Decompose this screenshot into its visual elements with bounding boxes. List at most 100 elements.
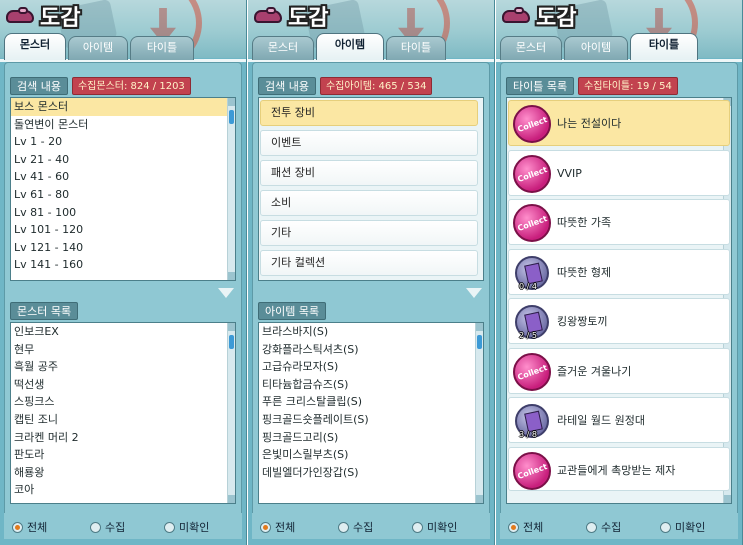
collect-badge-icon: Collect bbox=[513, 452, 551, 490]
collected-count: 수집몬스터: 824 / 1203 bbox=[71, 77, 191, 95]
radio-icon bbox=[412, 521, 423, 533]
scrollbar[interactable] bbox=[227, 323, 235, 503]
list-item[interactable]: Lv 61 - 80 bbox=[11, 186, 235, 204]
tab-monster[interactable]: 몬스터 bbox=[500, 36, 562, 60]
list-item[interactable]: 캡틴 조니 bbox=[11, 411, 235, 429]
filter-collected[interactable]: 수집 bbox=[90, 519, 125, 535]
list-item[interactable]: 은빛미스릴부츠(S) bbox=[259, 446, 483, 464]
title-row[interactable]: Collect 즐거운 겨울나기 bbox=[508, 348, 730, 394]
filter-bar: 전체 수집 미확인 bbox=[4, 513, 242, 539]
tab-bar: 몬스터 아이템 타이틀 bbox=[252, 33, 446, 60]
title-list-label: 타이틀 목록 bbox=[506, 77, 575, 95]
list-item[interactable]: 판도라 bbox=[11, 446, 235, 464]
filter-label: 미확인 bbox=[427, 521, 458, 534]
search-label: 검색 내용 bbox=[258, 77, 316, 95]
list-item[interactable]: 코아 bbox=[11, 481, 235, 499]
badge-text: Collect bbox=[516, 461, 549, 482]
section-divider bbox=[0, 288, 246, 300]
list-item[interactable]: 데빌엘더가인장갑(S) bbox=[259, 464, 483, 482]
list-item[interactable]: 해룡왕 bbox=[11, 464, 235, 482]
codex-logo: 도감 bbox=[6, 0, 80, 32]
tab-title[interactable]: 타이틀 bbox=[630, 33, 698, 60]
radio-selected-icon bbox=[12, 521, 23, 533]
filter-label: 미확인 bbox=[179, 521, 210, 534]
title-row[interactable]: Collect VVIP bbox=[508, 150, 730, 196]
title-row[interactable]: 3 / 8 라테일 월드 원정대 bbox=[508, 397, 730, 443]
scrollbar[interactable] bbox=[227, 98, 235, 280]
category-item[interactable]: 기타 bbox=[260, 220, 478, 246]
item-codex-panel: 도감 몬스터 아이템 타이틀 검색 내용 수집아이템: 465 / 534 전투… bbox=[248, 0, 495, 545]
search-list[interactable]: 보스 몬스터 돌연변이 몬스터 Lv 1 - 20 Lv 21 - 40 Lv … bbox=[10, 97, 236, 281]
list-item[interactable]: 브라스바지(S) bbox=[259, 323, 483, 341]
codex-logo: 도감 bbox=[254, 0, 328, 32]
title-progress: 3 / 8 bbox=[519, 430, 537, 439]
title-name: 즐거운 겨울나기 bbox=[557, 365, 632, 378]
title-codex-panel: 도감 몬스터 아이템 타이틀 타이틀 목록 수집타이틀: 19 / 54 Col… bbox=[496, 0, 743, 545]
tab-item[interactable]: 아이템 bbox=[564, 36, 628, 60]
list-item[interactable]: 흑월 공주 bbox=[11, 358, 235, 376]
list-item[interactable]: 인보크EX bbox=[11, 323, 235, 341]
title-row[interactable]: 0 / 4 따뜻한 형제 bbox=[508, 249, 730, 295]
tab-item[interactable]: 아이템 bbox=[68, 36, 128, 60]
filter-bar: 전체 수집 미확인 bbox=[500, 513, 738, 539]
list-item[interactable]: 돌연변이 몬스터 bbox=[11, 116, 235, 134]
list-item[interactable]: 티타늄합금슈즈(S) bbox=[259, 376, 483, 394]
filter-unconfirmed[interactable]: 미확인 bbox=[660, 519, 705, 535]
list-header: 몬스터 목록 bbox=[10, 302, 79, 320]
list-item[interactable]: 크라켄 머리 2 bbox=[11, 429, 235, 447]
list-item[interactable]: Lv 41 - 60 bbox=[11, 168, 235, 186]
list-item[interactable]: 떡선생 bbox=[11, 376, 235, 394]
list-item[interactable]: 핑크골드숏플레이트(S) bbox=[259, 411, 483, 429]
radio-selected-icon bbox=[260, 521, 271, 533]
collected-count: 수집타이틀: 19 / 54 bbox=[578, 77, 678, 95]
monster-list[interactable]: 인보크EX 현무 흑월 공주 떡선생 스핑크스 캡틴 조니 크라켄 머리 2 판… bbox=[10, 322, 236, 504]
list-item[interactable]: Lv 121 - 140 bbox=[11, 239, 235, 257]
scrollbar[interactable] bbox=[475, 323, 483, 503]
list-item[interactable]: 푸른 크리스탈클립(S) bbox=[259, 393, 483, 411]
filter-collected[interactable]: 수집 bbox=[586, 519, 621, 535]
radio-icon bbox=[90, 521, 101, 533]
filter-all[interactable]: 전체 bbox=[260, 519, 295, 535]
title-name: 라테일 월드 원정대 bbox=[557, 414, 645, 427]
tab-monster[interactable]: 몬스터 bbox=[4, 33, 66, 60]
filter-label: 수집 bbox=[353, 521, 374, 534]
title-name: 따뜻한 가족 bbox=[557, 216, 612, 229]
list-item[interactable]: 스핑크스 bbox=[11, 393, 235, 411]
list-item[interactable]: 고급슈라모자(S) bbox=[259, 358, 483, 376]
filter-unconfirmed[interactable]: 미확인 bbox=[164, 519, 209, 535]
filter-all[interactable]: 전체 bbox=[508, 519, 543, 535]
list-item[interactable]: Lv 141 - 160 bbox=[11, 256, 235, 274]
filter-label: 수집 bbox=[601, 521, 622, 534]
codex-logo: 도감 bbox=[502, 0, 576, 32]
category-item[interactable]: 기타 컬렉션 bbox=[260, 250, 478, 276]
filter-unconfirmed[interactable]: 미확인 bbox=[412, 519, 457, 535]
title-row[interactable]: Collect 따뜻한 가족 bbox=[508, 199, 730, 245]
list-header: 아이템 목록 bbox=[258, 302, 327, 320]
list-item[interactable]: Lv 81 - 100 bbox=[11, 204, 235, 222]
list-item[interactable]: 현무 bbox=[11, 341, 235, 359]
filter-all[interactable]: 전체 bbox=[12, 519, 47, 535]
tab-bar: 몬스터 아이템 타이틀 bbox=[500, 33, 698, 60]
codex-title: 도감 bbox=[288, 6, 329, 31]
list-item[interactable]: Lv 101 - 120 bbox=[11, 221, 235, 239]
tab-title[interactable]: 타이틀 bbox=[386, 36, 446, 60]
category-item[interactable]: 패션 장비 bbox=[260, 160, 478, 186]
item-list[interactable]: 브라스바지(S) 강화플라스틱셔츠(S) 고급슈라모자(S) 티타늄합금슈즈(S… bbox=[258, 322, 484, 504]
title-row[interactable]: Collect 교관들에게 촉망받는 제자 bbox=[508, 447, 730, 491]
badge-text: Collect bbox=[516, 114, 549, 135]
category-item[interactable]: 전투 장비 bbox=[260, 100, 478, 126]
title-row[interactable]: Collect 나는 전설이다 bbox=[508, 100, 730, 146]
tab-title[interactable]: 타이틀 bbox=[130, 36, 194, 60]
tab-item[interactable]: 아이템 bbox=[316, 33, 384, 60]
list-item[interactable]: 보스 몬스터 bbox=[11, 98, 235, 116]
list-item[interactable]: 강화플라스틱셔츠(S) bbox=[259, 341, 483, 359]
list-item[interactable]: Lv 21 - 40 bbox=[11, 151, 235, 169]
collect-badge-icon: Collect bbox=[513, 155, 551, 193]
tab-monster[interactable]: 몬스터 bbox=[252, 36, 314, 60]
list-item[interactable]: 핑크골드고리(S) bbox=[259, 429, 483, 447]
list-item[interactable]: Lv 1 - 20 bbox=[11, 133, 235, 151]
category-item[interactable]: 소비 bbox=[260, 190, 478, 216]
category-item[interactable]: 이벤트 bbox=[260, 130, 478, 156]
filter-collected[interactable]: 수집 bbox=[338, 519, 373, 535]
title-row[interactable]: 2 / 5 킹왕짱토끼 bbox=[508, 298, 730, 344]
